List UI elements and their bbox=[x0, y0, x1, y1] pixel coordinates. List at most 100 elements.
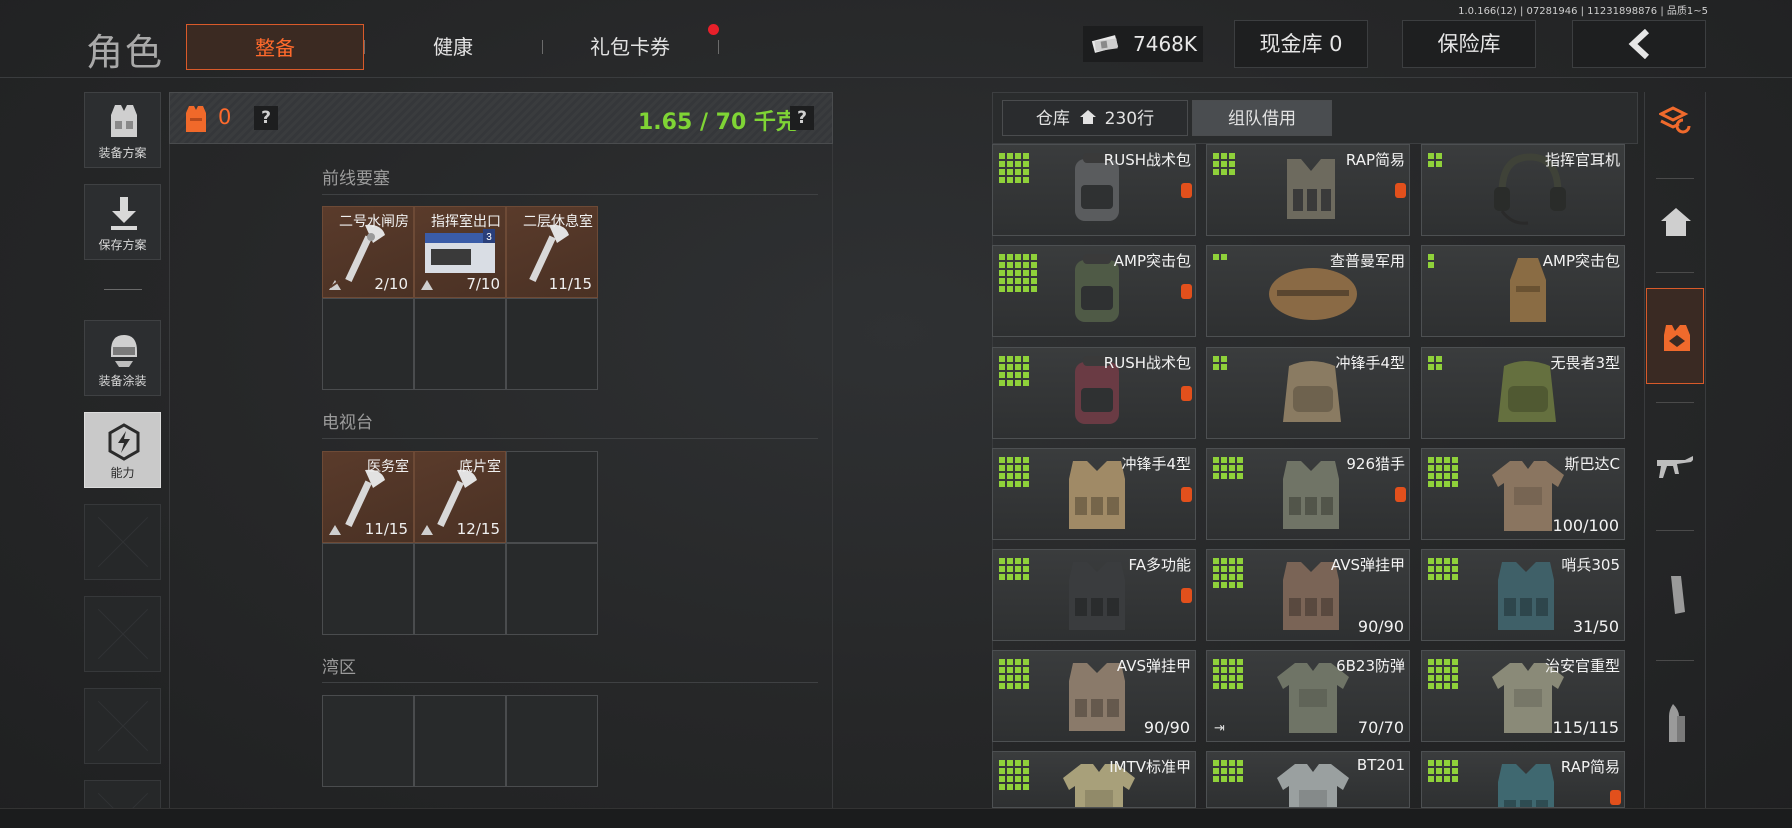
storage-item[interactable]: AVS弹挂甲 90/90 bbox=[992, 650, 1196, 742]
storage-item[interactable]: RUSH战术包 bbox=[992, 347, 1196, 439]
save-plan-button[interactable]: 保存方案 bbox=[84, 184, 161, 260]
bound-lock-icon bbox=[1181, 183, 1192, 198]
capacity-grid-icon bbox=[1428, 558, 1458, 580]
empty-key-slot[interactable] bbox=[506, 695, 598, 787]
weight-display: 1.65 / 70 千克 bbox=[638, 110, 798, 135]
category-refresh[interactable] bbox=[1646, 72, 1704, 168]
home-icon bbox=[1661, 208, 1691, 236]
empty-key-slot[interactable] bbox=[506, 298, 598, 390]
storage-item[interactable]: RAP简易 bbox=[1421, 751, 1625, 808]
item-durability: 100/100 bbox=[1552, 516, 1619, 535]
storage-item[interactable]: 926猎手 bbox=[1206, 448, 1410, 540]
capacity-grid-icon bbox=[1428, 659, 1458, 689]
weight-help-button[interactable]: ? bbox=[790, 106, 814, 130]
loadout-plan-button[interactable]: 装备方案 bbox=[84, 92, 161, 168]
storage-item[interactable]: BT201 bbox=[1206, 751, 1410, 808]
item-name: AMP突击包 bbox=[1113, 252, 1191, 270]
item-durability: 90/90 bbox=[1357, 617, 1404, 636]
key-slot[interactable]: 底片室 12/15 bbox=[414, 451, 506, 543]
category-divider bbox=[1656, 530, 1694, 531]
storage-item[interactable]: FA多功能 bbox=[992, 549, 1196, 641]
empty-key-slot[interactable] bbox=[506, 451, 598, 543]
tab-team-borrow[interactable]: 组队借用 bbox=[1192, 100, 1332, 136]
empty-key-slot[interactable] bbox=[322, 298, 414, 390]
item-durability: 90/90 bbox=[1143, 718, 1190, 737]
tab-warehouse[interactable]: 仓库 230行 bbox=[1002, 100, 1188, 136]
storage-item[interactable]: 斯巴达C 100/100 bbox=[1421, 448, 1625, 540]
item-name: 查普曼军用 bbox=[1329, 252, 1405, 270]
storage-item[interactable]: AVS弹挂甲 90/90 bbox=[1206, 549, 1410, 641]
storage-item[interactable]: RUSH战术包 bbox=[992, 144, 1196, 236]
svg-text:3: 3 bbox=[486, 232, 492, 243]
key-slot[interactable]: 医务室 11/15 bbox=[322, 451, 414, 543]
capacity-grid-icon bbox=[999, 457, 1029, 487]
durability-icon bbox=[329, 525, 341, 535]
back-button[interactable] bbox=[1572, 20, 1706, 68]
safe-box-button[interactable]: 保险库 bbox=[1402, 20, 1536, 68]
key-name: 底片室 bbox=[459, 459, 501, 475]
version-info: 1.0.166(12) | 07281946 | 11231898876 | 品… bbox=[1458, 6, 1708, 17]
durability-icon bbox=[421, 280, 433, 290]
empty-key-slot[interactable] bbox=[414, 543, 506, 635]
tab-health[interactable]: 健康 bbox=[364, 24, 542, 70]
notification-dot bbox=[708, 24, 719, 35]
storage-item[interactable]: 冲锋手4型 bbox=[992, 448, 1196, 540]
item-name: 斯巴达C bbox=[1564, 455, 1620, 473]
capacity-grid-icon bbox=[1213, 760, 1243, 782]
equipment-skin-button[interactable]: 装备涂装 bbox=[84, 320, 161, 396]
bullet-icon bbox=[1669, 704, 1685, 742]
capacity-grid-icon bbox=[1213, 153, 1235, 175]
bound-lock-icon bbox=[1181, 284, 1192, 299]
storage-item[interactable]: 查普曼军用 bbox=[1206, 245, 1410, 337]
capacity-grid-icon bbox=[1428, 457, 1458, 487]
durability-icon bbox=[329, 279, 341, 290]
category-divider bbox=[1656, 272, 1694, 273]
tab-divider bbox=[718, 40, 719, 54]
tab-loadout[interactable]: 整备 bbox=[186, 24, 364, 70]
key-slot[interactable]: 二号水闸房 2/10 bbox=[322, 206, 414, 298]
bound-lock-icon bbox=[1181, 588, 1192, 603]
tab-gift-coupons[interactable]: 礼包卡券 bbox=[542, 24, 718, 70]
empty-key-slot[interactable] bbox=[322, 543, 414, 635]
category-magazines[interactable] bbox=[1646, 548, 1704, 644]
cash-vault-button[interactable]: 现金库 0 bbox=[1234, 20, 1368, 68]
storage-item[interactable]: 治安官重型 115/115 bbox=[1421, 650, 1625, 742]
empty-key-slot[interactable] bbox=[414, 695, 506, 787]
helmet-skin-icon bbox=[111, 335, 137, 367]
capacity-grid-icon bbox=[999, 153, 1029, 183]
empty-key-slot[interactable] bbox=[414, 298, 506, 390]
capacity-grid-icon bbox=[999, 558, 1029, 580]
storage-item[interactable]: 冲锋手4型 bbox=[1206, 347, 1410, 439]
storage-item[interactable]: 6B23防弹 70/70 ⇥ bbox=[1206, 650, 1410, 742]
ability-button[interactable]: 能力 bbox=[84, 412, 161, 488]
storage-item[interactable]: RAP简易 bbox=[1206, 144, 1410, 236]
help-button[interactable]: ? bbox=[254, 106, 278, 130]
storage-item[interactable]: IMTV标准甲 bbox=[992, 751, 1196, 808]
category-weapons[interactable] bbox=[1646, 420, 1704, 516]
capacity-grid-icon bbox=[1428, 356, 1442, 370]
item-name: RAP简易 bbox=[1345, 151, 1405, 169]
bottom-bar bbox=[0, 808, 1792, 828]
storage-item[interactable]: AMP突击包 bbox=[992, 245, 1196, 337]
bound-lock-icon bbox=[1181, 386, 1192, 401]
capacity-grid-icon bbox=[1428, 254, 1434, 268]
empty-key-slot[interactable] bbox=[322, 695, 414, 787]
save-plan-label: 保存方案 bbox=[98, 238, 147, 252]
key-uses: 11/15 bbox=[548, 275, 592, 293]
category-home[interactable] bbox=[1646, 174, 1704, 270]
storage-item[interactable]: 无畏者3型 bbox=[1421, 347, 1625, 439]
vest-icon bbox=[1283, 461, 1339, 529]
capacity-grid-icon bbox=[1213, 659, 1243, 689]
loadout-plan-label: 装备方案 bbox=[98, 146, 147, 160]
key-uses: 11/15 bbox=[364, 520, 408, 538]
category-ammo[interactable] bbox=[1646, 676, 1704, 772]
storage-item[interactable]: 哨兵305 31/50 bbox=[1421, 549, 1625, 641]
key-slot[interactable]: 3 指挥室出口 7/10 bbox=[414, 206, 506, 298]
section-divider bbox=[322, 682, 818, 683]
key-slot[interactable]: 二层休息室 11/15 bbox=[506, 206, 598, 298]
category-gear-case[interactable] bbox=[1646, 288, 1704, 384]
storage-item[interactable]: 指挥官耳机 bbox=[1421, 144, 1625, 236]
storage-item[interactable]: AMP突击包 bbox=[1421, 245, 1625, 337]
empty-key-slot[interactable] bbox=[506, 543, 598, 635]
ability-icon bbox=[108, 423, 140, 461]
